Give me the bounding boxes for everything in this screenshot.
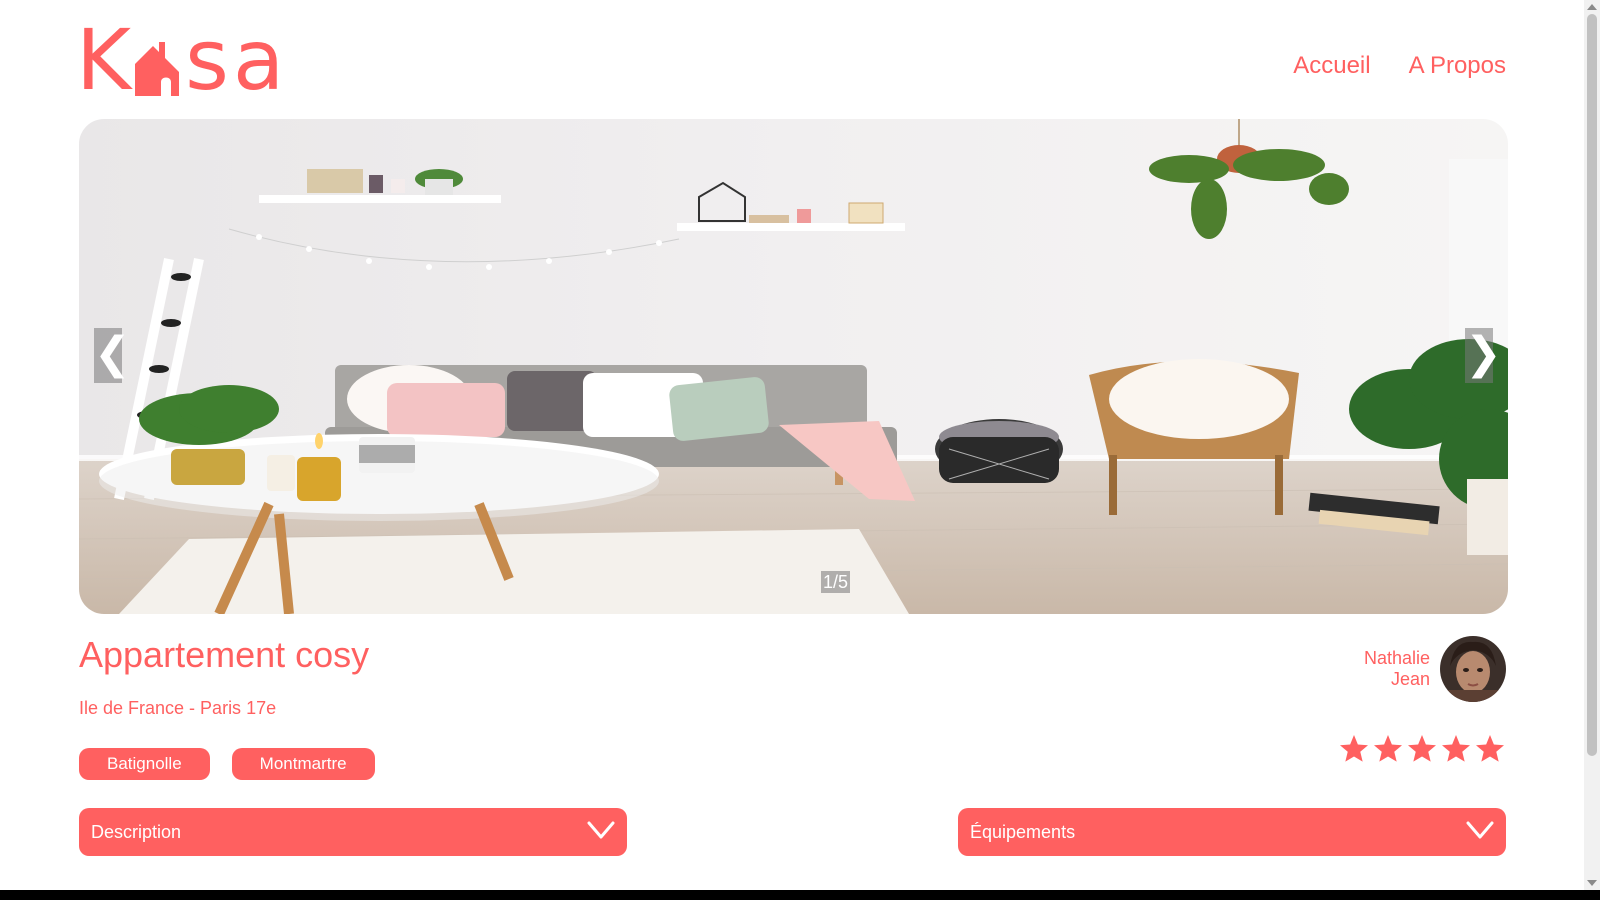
kasa-logo[interactable]: K sa — [76, 11, 308, 109]
star-icon — [1476, 735, 1504, 762]
footer — [0, 890, 1600, 900]
host-name: Nathalie Jean — [1350, 648, 1430, 690]
equipments-collapse[interactable]: Équipements — [958, 808, 1506, 856]
description-collapse[interactable]: Description — [79, 808, 627, 856]
main-nav: Accueil A Propos — [1293, 52, 1506, 80]
house-icon — [131, 20, 183, 100]
page-scrollbar[interactable] — [1584, 0, 1600, 890]
star-icon — [1374, 735, 1402, 762]
carousel-image — [79, 119, 1508, 614]
scroll-down-icon[interactable] — [1587, 880, 1597, 886]
scrollbar-thumb[interactable] — [1587, 14, 1597, 756]
star-icon — [1408, 735, 1436, 762]
carousel-prev-button[interactable]: ❮ — [94, 328, 131, 383]
tag-list: Batignolle Montmartre — [79, 748, 375, 780]
image-carousel: ❮ ❯ 1/5 — [79, 119, 1508, 614]
host-first-name: Nathalie — [1363, 648, 1430, 668]
host-info: Nathalie Jean — [1350, 636, 1506, 702]
carousel-next-button[interactable]: ❯ — [1465, 328, 1502, 383]
logo-letters-sa: sa — [185, 11, 289, 109]
page: K sa Accueil A Propos ❮ ❯ 1/5 Appartemen… — [0, 0, 1600, 900]
scroll-up-icon[interactable] — [1587, 4, 1597, 10]
listing-title: Appartement cosy — [79, 634, 370, 675]
star-icon — [1340, 735, 1368, 762]
listing-location: Ile de France - Paris 17e — [79, 698, 277, 718]
host-last-name: Jean — [1390, 669, 1430, 689]
star-icon — [1442, 735, 1470, 762]
chevron-down-icon[interactable] — [1466, 820, 1494, 845]
nav-link-a-propos[interactable]: A Propos — [1409, 52, 1506, 80]
equipments-label: Équipements — [970, 821, 1076, 842]
logo-letter-k: K — [76, 11, 131, 109]
host-avatar — [1440, 636, 1506, 702]
tag: Batignolle — [79, 748, 210, 780]
rating-stars — [1338, 733, 1506, 765]
carousel-counter: 1/5 — [821, 571, 851, 593]
chevron-down-icon[interactable] — [587, 820, 615, 845]
nav-link-accueil[interactable]: Accueil — [1293, 52, 1370, 80]
description-label: Description — [91, 821, 182, 842]
tag: Montmartre — [231, 748, 375, 780]
